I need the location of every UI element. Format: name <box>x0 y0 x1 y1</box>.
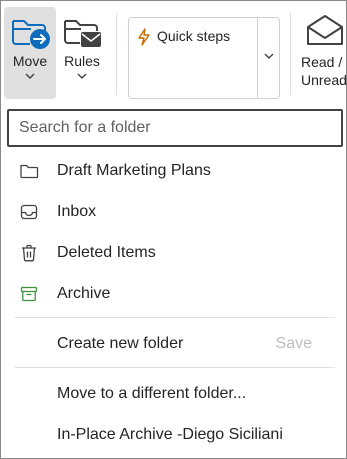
in-place-archive-item[interactable]: In-Place Archive -Diego Siciliani <box>1 415 346 455</box>
folder-search-box[interactable] <box>7 109 343 147</box>
move-button[interactable]: Move <box>4 7 56 99</box>
envelope-open-icon <box>305 13 345 47</box>
lightning-icon <box>137 28 151 46</box>
chevron-down-icon <box>264 52 274 63</box>
move-label: Move <box>12 53 48 69</box>
folder-item-deleted-items[interactable]: Deleted Items <box>1 233 346 273</box>
chevron-down-icon <box>25 72 35 83</box>
in-place-archive-label: In-Place Archive -Diego Siciliani <box>57 426 283 443</box>
quick-steps-label: Quick steps <box>157 28 231 44</box>
move-to-different-folder-item[interactable]: Move to a different folder... <box>1 374 346 414</box>
move-menu-window: Move Rules Quick steps Read / Unread Sea… <box>0 0 347 459</box>
chevron-down-icon <box>77 72 87 83</box>
folder-mail-icon <box>61 15 103 49</box>
menu-divider <box>15 367 335 368</box>
menu-divider <box>15 317 335 318</box>
rules-button[interactable]: Rules <box>59 7 105 99</box>
folder-item-label: Archive <box>57 285 111 302</box>
save-button[interactable]: Save <box>276 335 312 353</box>
folder-item-label: Deleted Items <box>57 244 156 261</box>
move-dropdown-menu: Draft Marketing Plans Inbox Deleted I <box>1 101 346 458</box>
folder-search-input[interactable] <box>17 118 321 138</box>
trash-icon <box>19 243 39 263</box>
folder-move-icon <box>8 15 52 49</box>
read-unread-button[interactable]: Read / Unread <box>301 13 347 99</box>
inbox-icon <box>19 202 39 222</box>
create-new-folder-label: Create new folder <box>57 335 184 352</box>
folder-item-archive[interactable]: Archive <box>1 274 346 314</box>
read-label: Read / <box>301 54 343 70</box>
rules-label: Rules <box>64 53 100 69</box>
move-to-different-folder-label: Move to a different folder... <box>57 385 247 402</box>
unread-label: Unread <box>301 72 347 88</box>
ribbon-divider <box>290 13 291 95</box>
folder-item-label: Draft Marketing Plans <box>57 162 211 179</box>
folder-item-draft-marketing-plans[interactable]: Draft Marketing Plans <box>1 151 346 191</box>
folder-item-label: Inbox <box>57 203 97 220</box>
folder-item-inbox[interactable]: Inbox <box>1 192 346 232</box>
ribbon: Move Rules Quick steps Read / Unread <box>1 1 347 101</box>
quick-steps-button[interactable]: Quick steps <box>129 18 256 98</box>
quick-steps-expand-button[interactable] <box>258 52 279 63</box>
quick-steps-gallery: Quick steps <box>128 17 280 99</box>
folder-icon <box>19 161 39 181</box>
create-new-folder-item[interactable]: Create new folder Save <box>1 324 346 364</box>
archive-icon <box>19 284 39 304</box>
ribbon-divider <box>116 13 117 95</box>
